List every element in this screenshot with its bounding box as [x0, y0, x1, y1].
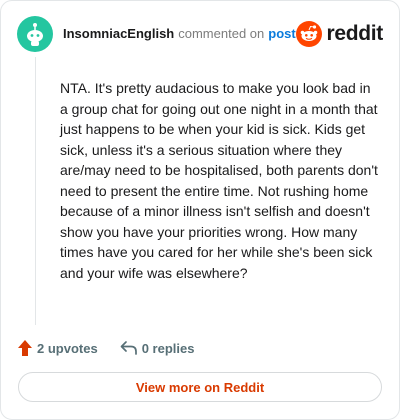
reply-arrow-icon	[120, 341, 137, 355]
reddit-brand[interactable]: reddit	[296, 21, 383, 47]
thread-line	[35, 57, 36, 325]
reply-count: 0 replies	[141, 340, 195, 356]
comment-meta: InsomniacEnglish commented on post	[63, 26, 296, 42]
reply-button[interactable]: 0 replies	[120, 340, 195, 356]
author-name[interactable]: InsomniacEnglish	[63, 26, 174, 42]
comment-embed-card: InsomniacEnglish commented on post reddi…	[0, 0, 400, 420]
comment-body: NTA. It's pretty audacious to make you l…	[60, 80, 378, 281]
view-more-button[interactable]: View more on Reddit	[18, 372, 382, 402]
brand-wordmark: reddit	[326, 22, 383, 45]
action-text: commented on	[178, 26, 265, 41]
post-link[interactable]: post	[268, 26, 295, 42]
upvote-arrow-icon	[18, 340, 32, 356]
snoo-avatar-icon[interactable]	[17, 16, 53, 52]
upvote-button[interactable]: 2 upvotes	[17, 339, 98, 357]
upvote-count: 2 upvotes	[37, 340, 98, 356]
comment-header: InsomniacEnglish commented on post reddi…	[17, 15, 383, 53]
comment-actions: 2 upvotes 0 replies	[17, 337, 194, 359]
reddit-logo-icon	[296, 21, 323, 47]
